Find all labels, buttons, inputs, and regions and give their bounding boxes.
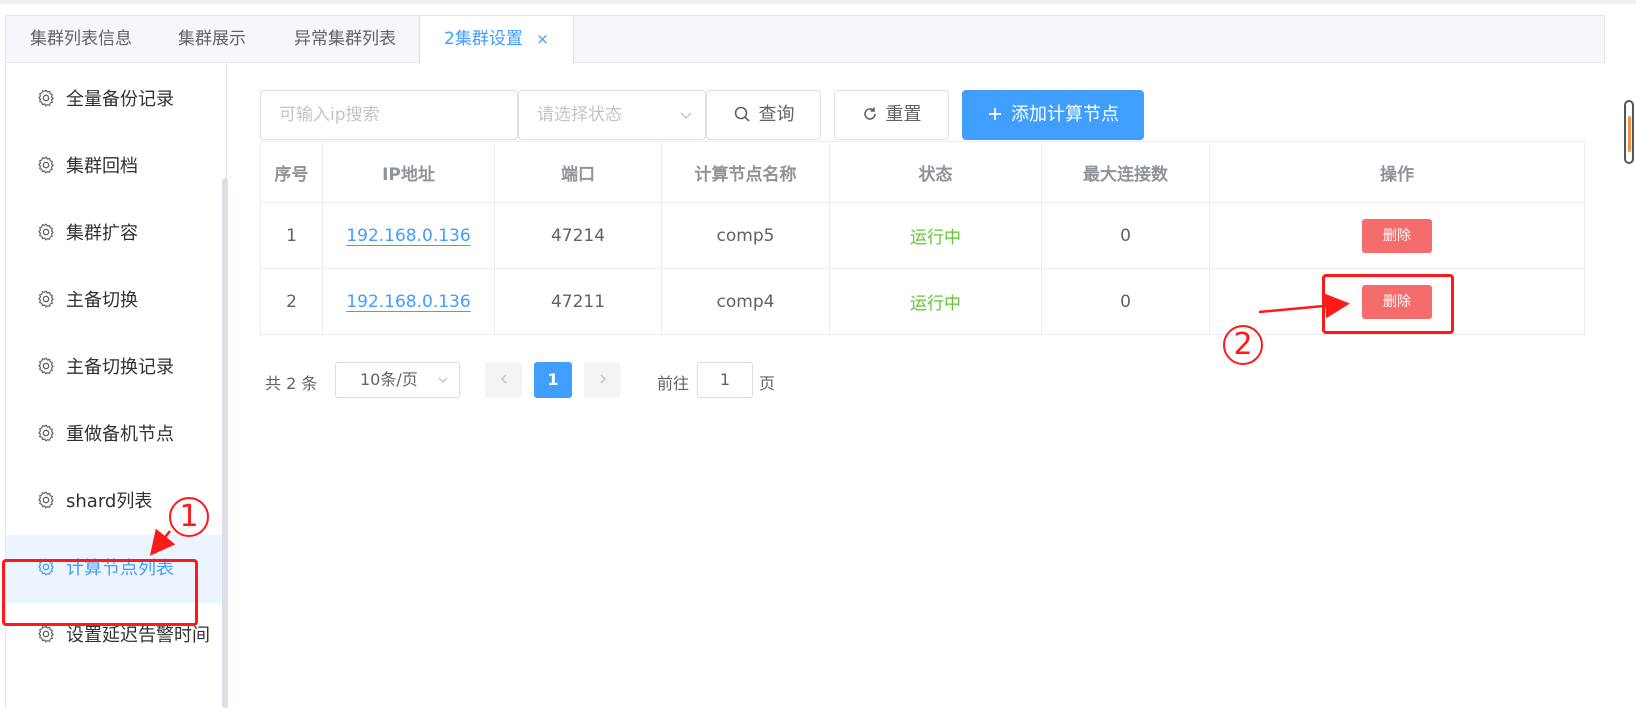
arrow-icon xyxy=(1258,293,1350,319)
annotation-arrows xyxy=(149,293,1350,556)
arrow-icon xyxy=(149,528,176,556)
page-scrollbar[interactable] xyxy=(1624,100,1634,164)
scrollbar-thumb[interactable] xyxy=(1628,116,1631,152)
page: 集群列表信息 集群展示 异常集群列表 2集群设置 × 全量备份记录 集群回档 集… xyxy=(0,0,1636,708)
